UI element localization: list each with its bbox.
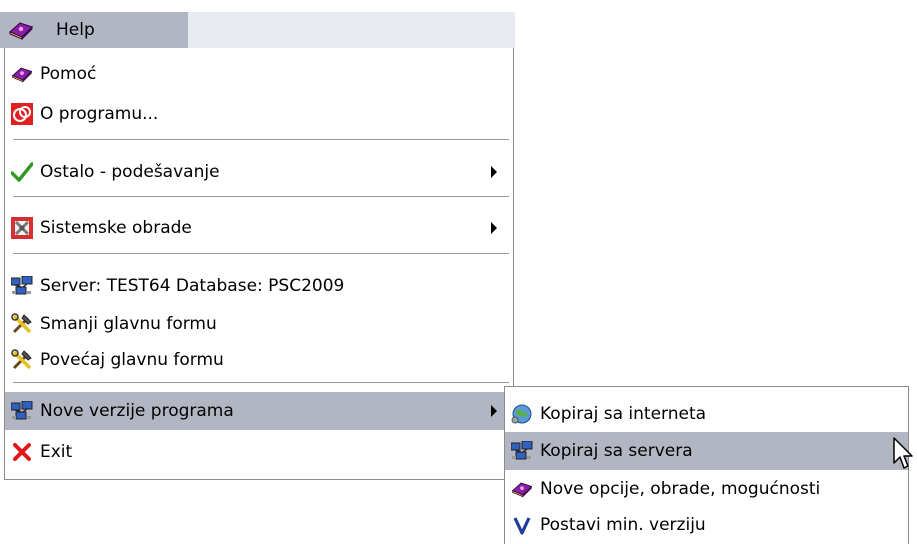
menu-item-sistemske-obrade[interactable]: Sistemske obrade — [5, 209, 513, 247]
menu-bar: Help — [0, 12, 515, 48]
menu-item-label: Ostalo - podešavanje — [40, 162, 220, 182]
menu-item-povecaj[interactable]: Povećaj glavnu formu — [5, 341, 513, 379]
network-computers-icon — [511, 440, 533, 462]
checkmark-icon — [11, 161, 33, 183]
submenu-arrow-icon — [491, 222, 497, 234]
menu-item-label: Server: TEST64 Database: PSC2009 — [40, 276, 345, 296]
menu-item-pomoc[interactable]: Pomoć — [5, 55, 513, 93]
menu-item-server-info[interactable]: Server: TEST64 Database: PSC2009 — [5, 267, 513, 305]
v-letter-icon — [511, 514, 533, 536]
menu-item-smanji[interactable]: Smanji glavnu formu — [5, 305, 513, 343]
menu-item-label: Pomoć — [40, 64, 97, 84]
submenu-item-kopiraj-internet[interactable]: Kopiraj sa interneta — [505, 395, 908, 433]
menu-item-label: Nove verzije programa — [40, 401, 234, 421]
submenu-item-postavi-min[interactable]: Postavi min. verziju — [505, 506, 908, 544]
network-computers-icon — [11, 275, 33, 297]
help-book-icon — [11, 63, 33, 85]
menu-item-label: Povećaj glavnu formu — [40, 350, 224, 370]
help-book-icon — [511, 478, 533, 500]
menu-item-exit[interactable]: Exit — [5, 433, 513, 471]
system-tools-icon — [11, 217, 33, 239]
hammer-wrench-icon — [11, 313, 33, 335]
submenu-arrow-icon — [491, 405, 497, 417]
menu-separator — [13, 253, 509, 255]
menu-item-label: O programu... — [40, 104, 159, 124]
menu-item-label: Smanji glavnu formu — [40, 314, 217, 334]
network-computers-icon — [11, 400, 33, 422]
submenu-item-label: Nove opcije, obrade, mogućnosti — [540, 479, 821, 499]
submenu-item-label: Kopiraj sa servera — [540, 441, 693, 461]
submenu-arrow-icon — [491, 166, 497, 178]
menu-help[interactable]: Help — [0, 12, 188, 48]
menu-item-ostalo[interactable]: Ostalo - podešavanje — [5, 153, 513, 191]
about-icon — [11, 103, 33, 125]
nove-verzije-submenu: Kopiraj sa interneta Kopiraj sa servera — [504, 386, 909, 544]
menu-item-o-programu[interactable]: O programu... — [5, 95, 513, 133]
submenu-item-nove-opcije[interactable]: Nove opcije, obrade, mogućnosti — [505, 470, 908, 508]
menu-item-label: Sistemske obrade — [40, 218, 192, 238]
submenu-item-kopiraj-server[interactable]: Kopiraj sa servera — [505, 432, 908, 470]
red-x-icon — [11, 441, 33, 463]
mouse-cursor-icon — [893, 437, 915, 478]
menu-item-label: Exit — [40, 442, 73, 462]
menu-separator — [13, 196, 509, 198]
help-book-icon — [8, 19, 34, 41]
submenu-item-label: Kopiraj sa interneta — [540, 404, 707, 424]
menu-help-label: Help — [56, 20, 95, 40]
help-menu: Pomoć O programu... Ostalo - podešavanje — [4, 48, 514, 480]
submenu-item-label: Postavi min. verziju — [540, 515, 706, 535]
globe-icon — [511, 403, 533, 425]
hammer-wrench-icon — [11, 349, 33, 371]
menu-separator — [13, 382, 509, 384]
menu-separator — [13, 139, 509, 141]
menu-item-nove-verzije[interactable]: Nove verzije programa — [5, 392, 513, 430]
